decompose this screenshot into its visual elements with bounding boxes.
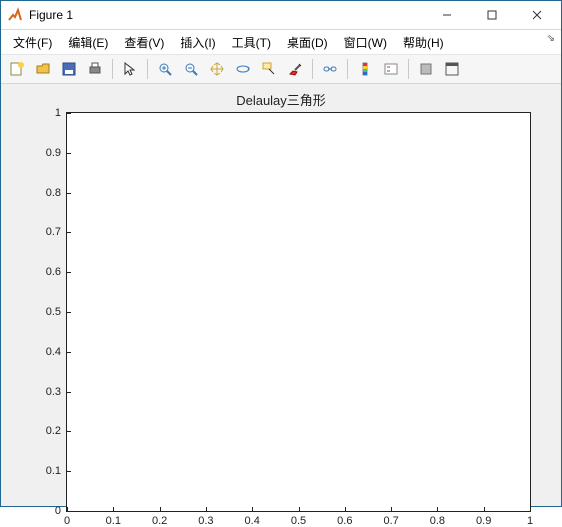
menubar: 文件(F) 编辑(E) 查看(V) 插入(I) 工具(T) 桌面(D) 窗口(W… xyxy=(1,30,561,55)
y-tick-label: 0.1 xyxy=(21,465,67,477)
window-title: Figure 1 xyxy=(29,8,424,22)
menu-insert[interactable]: 插入(I) xyxy=(172,31,223,54)
titlebar[interactable]: Figure 1 xyxy=(1,1,561,30)
rotate-button[interactable] xyxy=(231,57,255,81)
x-tick-label: 0.1 xyxy=(106,511,121,527)
menu-desktop[interactable]: 桌面(D) xyxy=(279,31,336,54)
x-tick-mark xyxy=(252,507,253,512)
menu-help[interactable]: 帮助(H) xyxy=(395,31,452,54)
y-tick-label: 1 xyxy=(21,107,67,119)
y-tick-label: 0.5 xyxy=(21,306,67,318)
x-tick-label: 0.5 xyxy=(291,511,306,527)
x-tick-mark xyxy=(299,507,300,512)
y-tick-label: 0.3 xyxy=(21,386,67,398)
menu-view[interactable]: 查看(V) xyxy=(116,31,172,54)
x-tick-label: 0.8 xyxy=(430,511,445,527)
toolbar-separator xyxy=(112,59,113,79)
x-tick-label: 1 xyxy=(527,511,533,527)
x-tick-mark xyxy=(160,507,161,512)
open-button[interactable] xyxy=(31,57,55,81)
minimize-button[interactable] xyxy=(424,3,469,27)
link-button[interactable] xyxy=(318,57,342,81)
x-tick-mark xyxy=(437,507,438,512)
y-tick-mark xyxy=(66,153,71,154)
y-tick-label: 0.2 xyxy=(21,425,67,437)
y-tick-label: 0.4 xyxy=(21,346,67,358)
menu-edit[interactable]: 编辑(E) xyxy=(60,31,116,54)
x-tick-mark xyxy=(530,507,531,512)
y-tick-mark xyxy=(66,193,71,194)
matlab-icon xyxy=(7,7,23,23)
y-tick-mark xyxy=(66,471,71,472)
x-tick-mark xyxy=(206,507,207,512)
datacursor-button[interactable] xyxy=(257,57,281,81)
x-tick-mark xyxy=(484,507,485,512)
close-button[interactable] xyxy=(514,3,559,27)
colorbar-button[interactable] xyxy=(353,57,377,81)
y-tick-mark xyxy=(66,511,71,512)
x-tick-label: 0.7 xyxy=(383,511,398,527)
legend-button[interactable] xyxy=(379,57,403,81)
zoom-in-button[interactable] xyxy=(153,57,177,81)
maximize-button[interactable] xyxy=(469,3,514,27)
axes[interactable]: 00.10.20.30.40.50.60.70.80.9100.10.20.30… xyxy=(66,112,531,512)
x-tick-mark xyxy=(113,507,114,512)
print-button[interactable] xyxy=(83,57,107,81)
y-tick-mark xyxy=(66,232,71,233)
toolbar-separator xyxy=(312,59,313,79)
toolbar-separator xyxy=(147,59,148,79)
hide-tools-button[interactable] xyxy=(414,57,438,81)
pan-button[interactable] xyxy=(205,57,229,81)
menu-tools[interactable]: 工具(T) xyxy=(224,31,279,54)
zoom-out-button[interactable] xyxy=(179,57,203,81)
pointer-button[interactable] xyxy=(118,57,142,81)
toolbar xyxy=(1,55,561,84)
new-figure-button[interactable] xyxy=(5,57,29,81)
menu-overflow-icon[interactable]: ⇘ xyxy=(547,33,555,44)
figure-area[interactable]: Delaulay三角形 00.10.20.30.40.50.60.70.80.9… xyxy=(1,84,561,506)
x-tick-mark xyxy=(345,507,346,512)
triangulation-plot xyxy=(67,113,530,511)
toolbar-separator xyxy=(347,59,348,79)
y-tick-label: 0.9 xyxy=(21,147,67,159)
y-tick-mark xyxy=(66,392,71,393)
y-tick-label: 0.7 xyxy=(21,226,67,238)
x-tick-label: 0.4 xyxy=(245,511,260,527)
x-tick-label: 0.9 xyxy=(476,511,491,527)
save-button[interactable] xyxy=(57,57,81,81)
y-tick-label: 0.8 xyxy=(21,187,67,199)
y-tick-mark xyxy=(66,352,71,353)
menu-file[interactable]: 文件(F) xyxy=(5,31,60,54)
x-tick-label: 0.3 xyxy=(198,511,213,527)
y-tick-mark xyxy=(66,272,71,273)
y-tick-mark xyxy=(66,312,71,313)
dock-button[interactable] xyxy=(440,57,464,81)
toolbar-separator xyxy=(408,59,409,79)
brush-button[interactable] xyxy=(283,57,307,81)
figure-window: Figure 1 文件(F) 编辑(E) 查看(V) 插入(I) 工具(T) 桌… xyxy=(0,0,562,507)
y-tick-mark xyxy=(66,431,71,432)
x-tick-label: 0.2 xyxy=(152,511,167,527)
y-tick-mark xyxy=(66,113,71,114)
axes-title: Delaulay三角形 xyxy=(1,90,561,109)
y-tick-label: 0.6 xyxy=(21,266,67,278)
x-tick-mark xyxy=(391,507,392,512)
x-tick-label: 0.6 xyxy=(337,511,352,527)
menu-window[interactable]: 窗口(W) xyxy=(336,31,395,54)
